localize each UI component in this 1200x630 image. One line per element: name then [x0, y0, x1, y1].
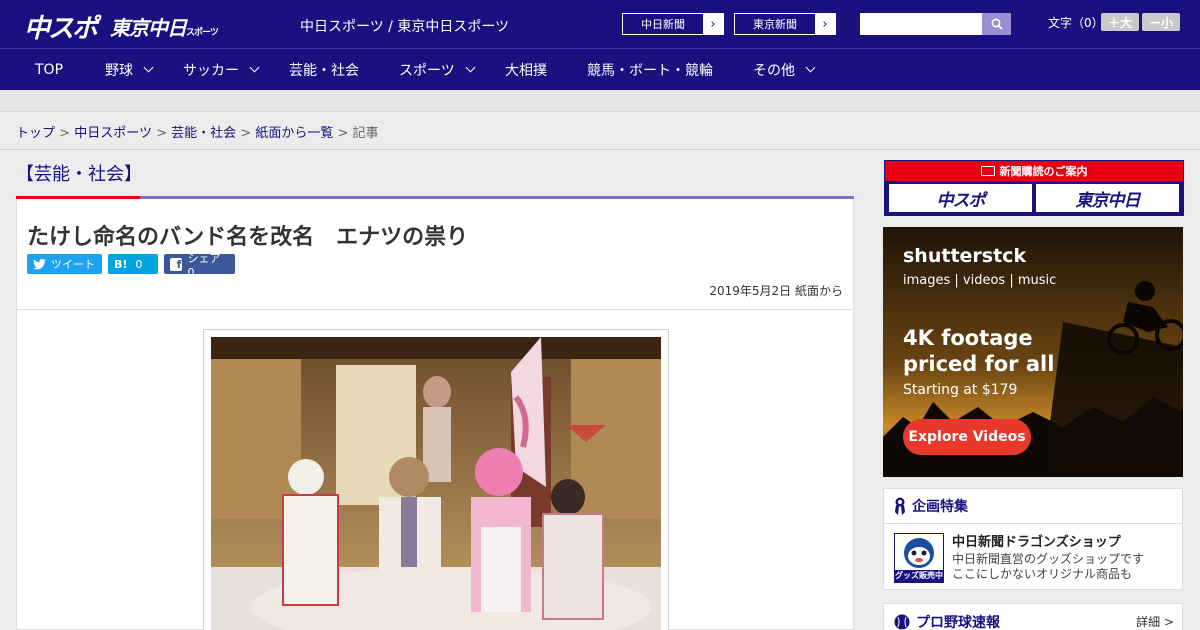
dragons-shop-thumb-label: グッズ販売中	[895, 570, 943, 582]
dragons-shop-thumbnail[interactable]: グッズ販売中	[894, 533, 944, 583]
nav-item-baseball[interactable]: 野球	[105, 49, 154, 90]
nav-item-label: サッカー	[183, 62, 239, 79]
ad-headline: 4K footage priced for all	[903, 325, 1054, 377]
facebook-share-button[interactable]: f シェア 0	[164, 252, 235, 279]
tokyo-chunichi-logo-text: 東京中日	[110, 16, 187, 40]
chunichi-shimbun-link[interactable]: 中日新聞 ›	[622, 13, 724, 35]
subscribe-chunichi-sports[interactable]: 中スポ	[889, 184, 1032, 212]
font-size-label: 文字（0）	[1048, 16, 1104, 30]
font-bigger-button[interactable]: ＋大	[1101, 13, 1139, 31]
article-divider	[17, 309, 853, 310]
nav-item-sumo[interactable]: 大相撲	[505, 49, 547, 90]
nav-item-entertainment[interactable]: 芸能・社会	[289, 49, 359, 90]
tokyo-chunichi-logo-small: スポーツ	[186, 28, 219, 38]
ad-subtitle: images | videos | music	[903, 273, 1057, 288]
article-photo[interactable]	[211, 337, 661, 630]
tweet-button[interactable]: ツイート	[27, 254, 102, 274]
site-tagline: 中日スポーツ / 東京中日スポーツ	[300, 19, 510, 35]
chevron-right-icon: ›	[815, 14, 835, 34]
nav-item-soccer[interactable]: サッカー	[183, 49, 260, 90]
chevron-right-icon: ›	[703, 14, 723, 34]
dragons-shop-title[interactable]: 中日新聞ドラゴンズショップ	[952, 531, 1121, 550]
subscribe-tokyo-chunichi[interactable]: 東京中日	[1036, 184, 1179, 212]
article-photo-frame	[203, 329, 669, 630]
nav-item-other[interactable]: その他	[753, 49, 816, 90]
breadcrumb-divider	[0, 149, 1200, 150]
subscription-banner[interactable]: 新聞購読のご案内 中スポ 東京中日	[884, 160, 1184, 216]
pro-baseball-header: プロ野球速報	[894, 612, 1000, 630]
feature-special-box: 企画特集 グッズ販売中 中日新聞ドラゴンズショップ 中日新聞直営のグッズショップ…	[883, 488, 1183, 590]
header-strip	[0, 90, 1200, 112]
tokyo-shimbun-link[interactable]: 東京新聞 ›	[734, 13, 836, 35]
section-title: 【芸能・社会】	[16, 164, 142, 185]
feature-header: 企画特集	[884, 489, 1182, 524]
breadcrumb-top[interactable]: トップ	[16, 126, 55, 141]
article-card: たけし命名のバンド名を改名 エナツの祟り ツイート B! 0 f シェア 0 2…	[16, 199, 854, 630]
subscription-title: 新聞購読のご案内	[885, 161, 1183, 181]
breadcrumb-entertainment[interactable]: 芸能・社会	[171, 126, 236, 141]
chevron-down-icon	[465, 62, 476, 73]
article-headline: たけし命名のバンド名を改名 エナツの祟り	[27, 225, 469, 250]
hatena-bookmark-icon: B!	[114, 257, 128, 271]
breadcrumb-separator: >	[337, 126, 349, 141]
subscription-title-text: 新聞購読のご案内	[999, 165, 1088, 178]
ad-explore-button[interactable]: Explore Videos	[903, 419, 1031, 455]
breadcrumb: トップ > 中日スポーツ > 芸能・社会 > 紙面から一覧 > 記事	[16, 122, 379, 141]
tokyo-chunichi-logo[interactable]: 東京中日スポーツ	[110, 12, 219, 41]
tokyo-shimbun-label: 東京新聞	[753, 18, 797, 31]
ad-brand: shutterstck	[903, 245, 1027, 267]
hatena-count: 0	[135, 257, 143, 271]
chunichi-sports-logo[interactable]: 中スポ	[24, 8, 98, 45]
feature-title: 企画特集	[912, 499, 968, 515]
facebook-icon: f	[170, 257, 183, 271]
nav-item-label: 競馬・ボート・競輪	[587, 62, 713, 79]
dragons-shop-description: 中日新聞直営のグッズショップです ここにしかないオリジナル商品も	[952, 552, 1177, 582]
search-button[interactable]	[982, 13, 1011, 35]
search-input[interactable]	[860, 13, 982, 35]
dragons-shop-desc-line2: ここにしかないオリジナル商品も	[952, 567, 1133, 581]
facebook-share-label: シェア 0	[187, 251, 221, 279]
article-date: 2019年5月2日 紙面から	[709, 284, 843, 298]
breadcrumb-chunichi-sports[interactable]: 中日スポーツ	[74, 126, 152, 141]
twitter-bird-icon	[33, 258, 46, 269]
chunichi-shimbun-label: 中日新聞	[641, 18, 685, 31]
newspaper-icon	[980, 166, 995, 176]
ad-headline-line1: 4K footage	[903, 326, 1033, 350]
chevron-down-icon	[249, 62, 260, 73]
breadcrumb-separator: >	[156, 126, 167, 141]
ribbon-icon	[895, 497, 905, 515]
shutterstock-ad[interactable]: shutterstck images | videos | music 4K f…	[883, 227, 1183, 477]
pro-baseball-more-link[interactable]: 詳細 >	[1136, 613, 1174, 630]
nav-item-label: 野球	[105, 62, 133, 79]
top-header: 中スポ 東京中日スポーツ 中日スポーツ / 東京中日スポーツ 中日新聞 › 東京…	[0, 0, 1200, 48]
breadcrumb-paper-list[interactable]: 紙面から一覧	[255, 126, 333, 141]
search-icon	[991, 18, 1003, 30]
breadcrumb-current: 記事	[352, 126, 379, 141]
baseball-icon	[894, 614, 910, 630]
nav-item-racing[interactable]: 競馬・ボート・競輪	[587, 49, 713, 90]
breadcrumb-separator: >	[240, 126, 252, 141]
chevron-down-icon	[143, 62, 154, 73]
nav-item-label: 芸能・社会	[289, 62, 359, 79]
font-smaller-button[interactable]: －小	[1142, 13, 1180, 31]
chevron-down-icon	[805, 62, 816, 73]
breadcrumb-separator: >	[59, 126, 71, 141]
pro-baseball-title: プロ野球速報	[916, 615, 1000, 630]
nav-item-label: TOP	[35, 61, 64, 78]
hatena-bookmark-button[interactable]: B! 0	[108, 254, 158, 274]
nav-item-top[interactable]: TOP	[35, 49, 63, 90]
nav-item-label: その他	[753, 62, 795, 79]
nav-item-label: スポーツ	[399, 62, 455, 79]
tweet-label: ツイート	[51, 258, 95, 271]
ad-headline-line2: priced for all	[903, 352, 1055, 376]
dragons-shop-desc-line1: 中日新聞直営のグッズショップです	[952, 552, 1145, 566]
pro-baseball-box: プロ野球速報 詳細 >	[883, 603, 1183, 630]
ad-price: Starting at $179	[903, 382, 1018, 398]
nav-item-label: 大相撲	[505, 62, 547, 79]
nav-item-sports[interactable]: スポーツ	[399, 49, 476, 90]
band-photo-image	[211, 337, 661, 630]
main-nav: TOP 野球 サッカー 芸能・社会 スポーツ 大相撲 競馬・ボート・競輪 その他	[0, 48, 1200, 90]
